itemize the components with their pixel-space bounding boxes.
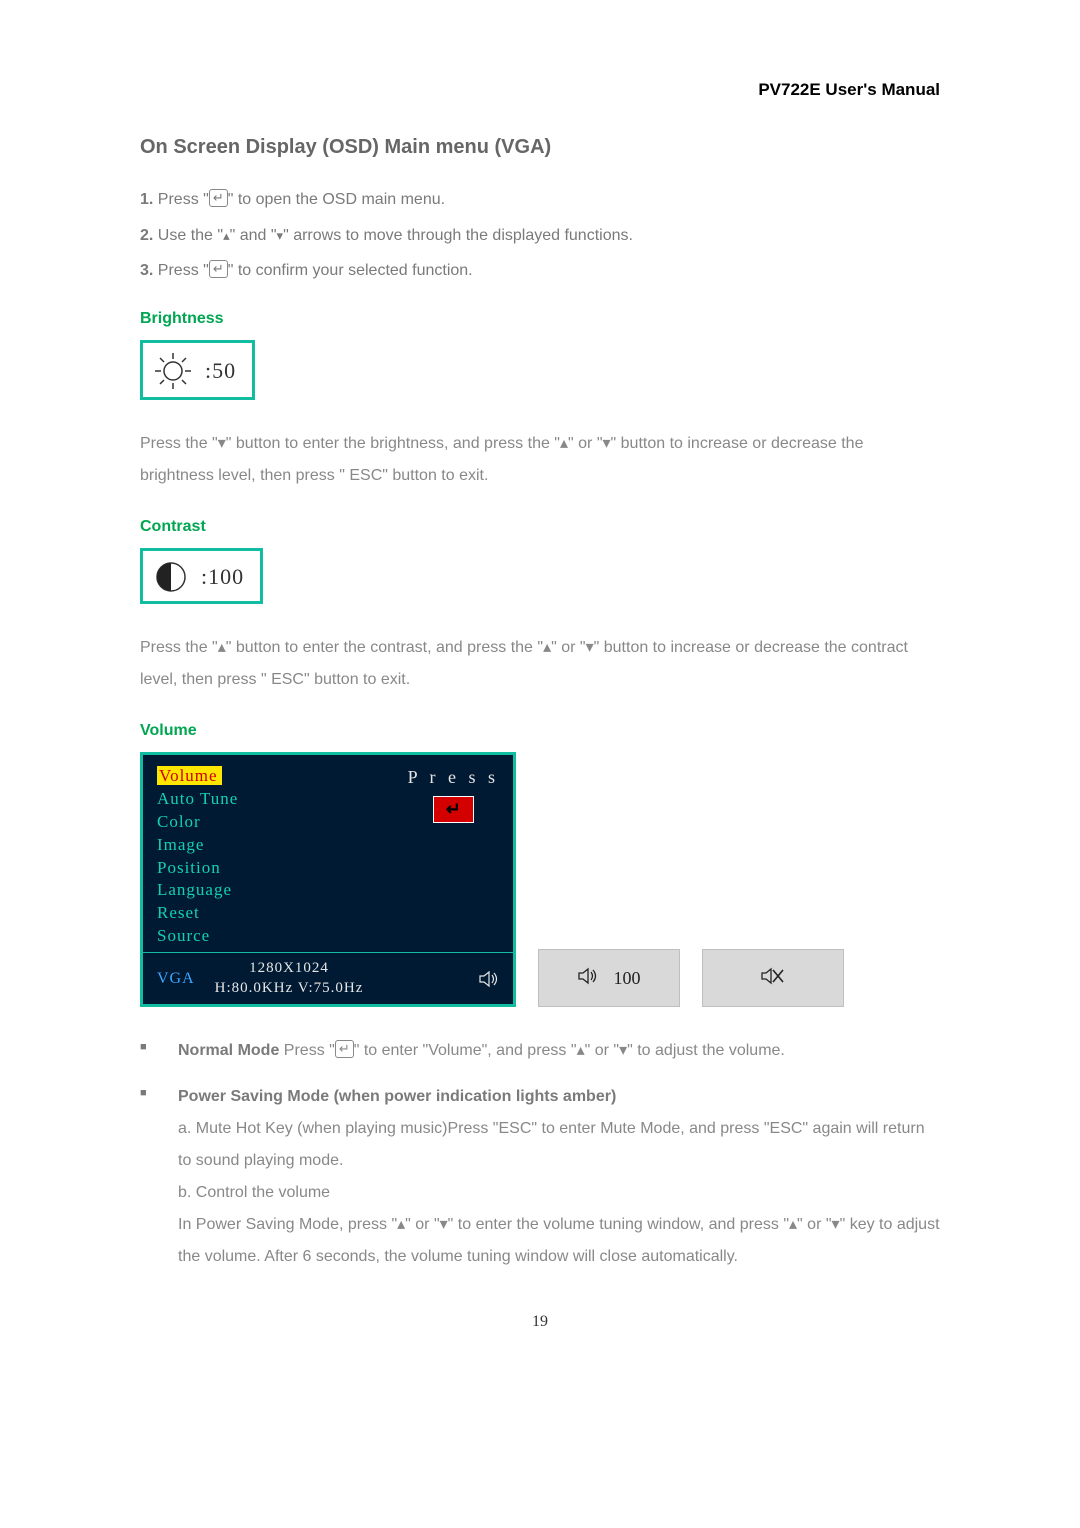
down-arrow-icon: ▾ bbox=[619, 1042, 627, 1059]
step-3: 3. Press "↵" to confirm your selected fu… bbox=[140, 258, 940, 284]
up-arrow-icon: ▴ bbox=[397, 1216, 405, 1233]
up-arrow-icon: ▴ bbox=[218, 639, 226, 656]
speaker-icon bbox=[578, 966, 602, 991]
down-arrow-icon: ▾ bbox=[440, 1216, 448, 1233]
steps-list: 1. Press "↵" to open the OSD main menu. … bbox=[140, 187, 940, 284]
contrast-heading: Contrast bbox=[140, 518, 940, 536]
up-arrow-icon: ▴ bbox=[577, 1042, 585, 1059]
step-number: 2. bbox=[140, 227, 153, 244]
bullet-icon: ■ bbox=[140, 1081, 150, 1273]
osd-menu-item: Language bbox=[157, 880, 232, 899]
osd-main-menu: Volume Auto Tune Color Image Position La… bbox=[140, 752, 516, 1008]
contrast-value: :100 bbox=[201, 564, 244, 590]
volume-indicator-box: 100 bbox=[538, 949, 680, 1007]
step-number: 1. bbox=[140, 191, 153, 208]
contrast-description: Press the "▴" button to enter the contra… bbox=[140, 632, 940, 696]
osd-menu-item: Position bbox=[157, 858, 221, 877]
text: 1280X1024 bbox=[249, 960, 329, 976]
osd-status-bar: VGA 1280X1024 H:80.0KHz V:75.0Hz bbox=[143, 952, 513, 1004]
text: " to enter "Volume", and press " bbox=[354, 1042, 577, 1059]
text: a. Mute Hot Key (when playing music)Pres… bbox=[178, 1120, 925, 1169]
brightness-icon bbox=[153, 351, 193, 391]
normal-mode-label: Normal Mode bbox=[178, 1042, 279, 1059]
text: " to enter the volume tuning window, and… bbox=[448, 1216, 789, 1233]
down-arrow-icon: ▾ bbox=[832, 1216, 840, 1233]
text: " or " bbox=[405, 1216, 439, 1233]
power-saving-mode-label: Power Saving Mode (when power indication… bbox=[178, 1088, 616, 1105]
resolution-label: 1280X1024 H:80.0KHz V:75.0Hz bbox=[215, 959, 364, 998]
brightness-osd-box: :50 bbox=[140, 340, 255, 400]
volume-heading: Volume bbox=[140, 722, 940, 740]
up-arrow-icon: ▴ bbox=[543, 639, 551, 656]
osd-menu-item: Color bbox=[157, 812, 201, 831]
text: " button to enter the contrast, and pres… bbox=[226, 639, 543, 656]
text: Use the " bbox=[153, 227, 223, 244]
text: " to open the OSD main menu. bbox=[228, 191, 445, 208]
up-arrow-icon: ▴ bbox=[560, 435, 568, 452]
brightness-heading: Brightness bbox=[140, 310, 940, 328]
osd-menu-item: Image bbox=[157, 835, 204, 854]
text: Press " bbox=[279, 1042, 334, 1059]
osd-menu-item-highlighted: Volume bbox=[157, 766, 222, 785]
text: " to confirm your selected function. bbox=[228, 262, 473, 279]
step-2: 2. Use the "▴" and "▾" arrows to move th… bbox=[140, 223, 940, 249]
page-number: 19 bbox=[140, 1313, 940, 1331]
volume-notes-list: ■ Normal Mode Press "↵" to enter "Volume… bbox=[140, 1035, 940, 1273]
down-arrow-icon: ▾ bbox=[586, 639, 594, 656]
text: In Power Saving Mode, press " bbox=[178, 1216, 397, 1233]
brightness-value: :50 bbox=[205, 358, 236, 384]
enter-icon: ↵ bbox=[335, 1040, 354, 1058]
text: Press the " bbox=[140, 639, 218, 656]
osd-menu-item: Auto Tune bbox=[157, 789, 238, 808]
text: " arrows to move through the displayed f… bbox=[283, 227, 633, 244]
osd-menu-item: Source bbox=[157, 926, 210, 945]
text: H:80.0KHz V:75.0Hz bbox=[215, 980, 364, 996]
up-arrow-icon: ▴ bbox=[789, 1216, 797, 1233]
down-arrow-icon: ▾ bbox=[218, 435, 226, 452]
osd-press-hint: P r e s s ↵ bbox=[408, 765, 499, 949]
text: Press " bbox=[153, 191, 208, 208]
brightness-description: Press the "▾" button to enter the bright… bbox=[140, 428, 940, 492]
manual-page: PV722E User's Manual On Screen Display (… bbox=[0, 0, 1080, 1391]
step-number: 3. bbox=[140, 262, 153, 279]
enter-icon: ↵ bbox=[209, 260, 228, 278]
osd-menu-items: Volume Auto Tune Color Image Position La… bbox=[157, 765, 238, 949]
list-item: ■ Power Saving Mode (when power indicati… bbox=[140, 1081, 940, 1273]
contrast-osd-box: :100 bbox=[140, 548, 263, 604]
text: " or " bbox=[551, 639, 585, 656]
text: " button to enter the brightness, and pr… bbox=[226, 435, 560, 452]
enter-icon: ↵ bbox=[209, 189, 228, 207]
mute-icon bbox=[760, 965, 786, 992]
text: Press the " bbox=[140, 435, 218, 452]
text: Press " bbox=[153, 262, 208, 279]
bullet-icon: ■ bbox=[140, 1035, 150, 1067]
contrast-icon bbox=[153, 559, 189, 595]
text: b. Control the volume bbox=[178, 1184, 330, 1201]
text: " or " bbox=[797, 1216, 831, 1233]
document-title: PV722E User's Manual bbox=[140, 80, 940, 100]
step-1: 1. Press "↵" to open the OSD main menu. bbox=[140, 187, 940, 213]
text: " or " bbox=[585, 1042, 619, 1059]
text: " to adjust the volume. bbox=[627, 1042, 785, 1059]
volume-level-value: 100 bbox=[614, 968, 641, 989]
press-label: P r e s s bbox=[408, 767, 499, 788]
down-arrow-icon: ▾ bbox=[603, 435, 611, 452]
speaker-icon bbox=[479, 970, 501, 988]
section-heading: On Screen Display (OSD) Main menu (VGA) bbox=[140, 136, 940, 159]
text: " or " bbox=[568, 435, 602, 452]
enter-key-icon: ↵ bbox=[433, 796, 474, 823]
input-source-label: VGA bbox=[157, 970, 195, 988]
list-item: ■ Normal Mode Press "↵" to enter "Volume… bbox=[140, 1035, 940, 1067]
volume-figure-row: Volume Auto Tune Color Image Position La… bbox=[140, 752, 940, 1008]
osd-menu-item: Reset bbox=[157, 903, 200, 922]
text: " and " bbox=[230, 227, 277, 244]
mute-indicator-box bbox=[702, 949, 844, 1007]
